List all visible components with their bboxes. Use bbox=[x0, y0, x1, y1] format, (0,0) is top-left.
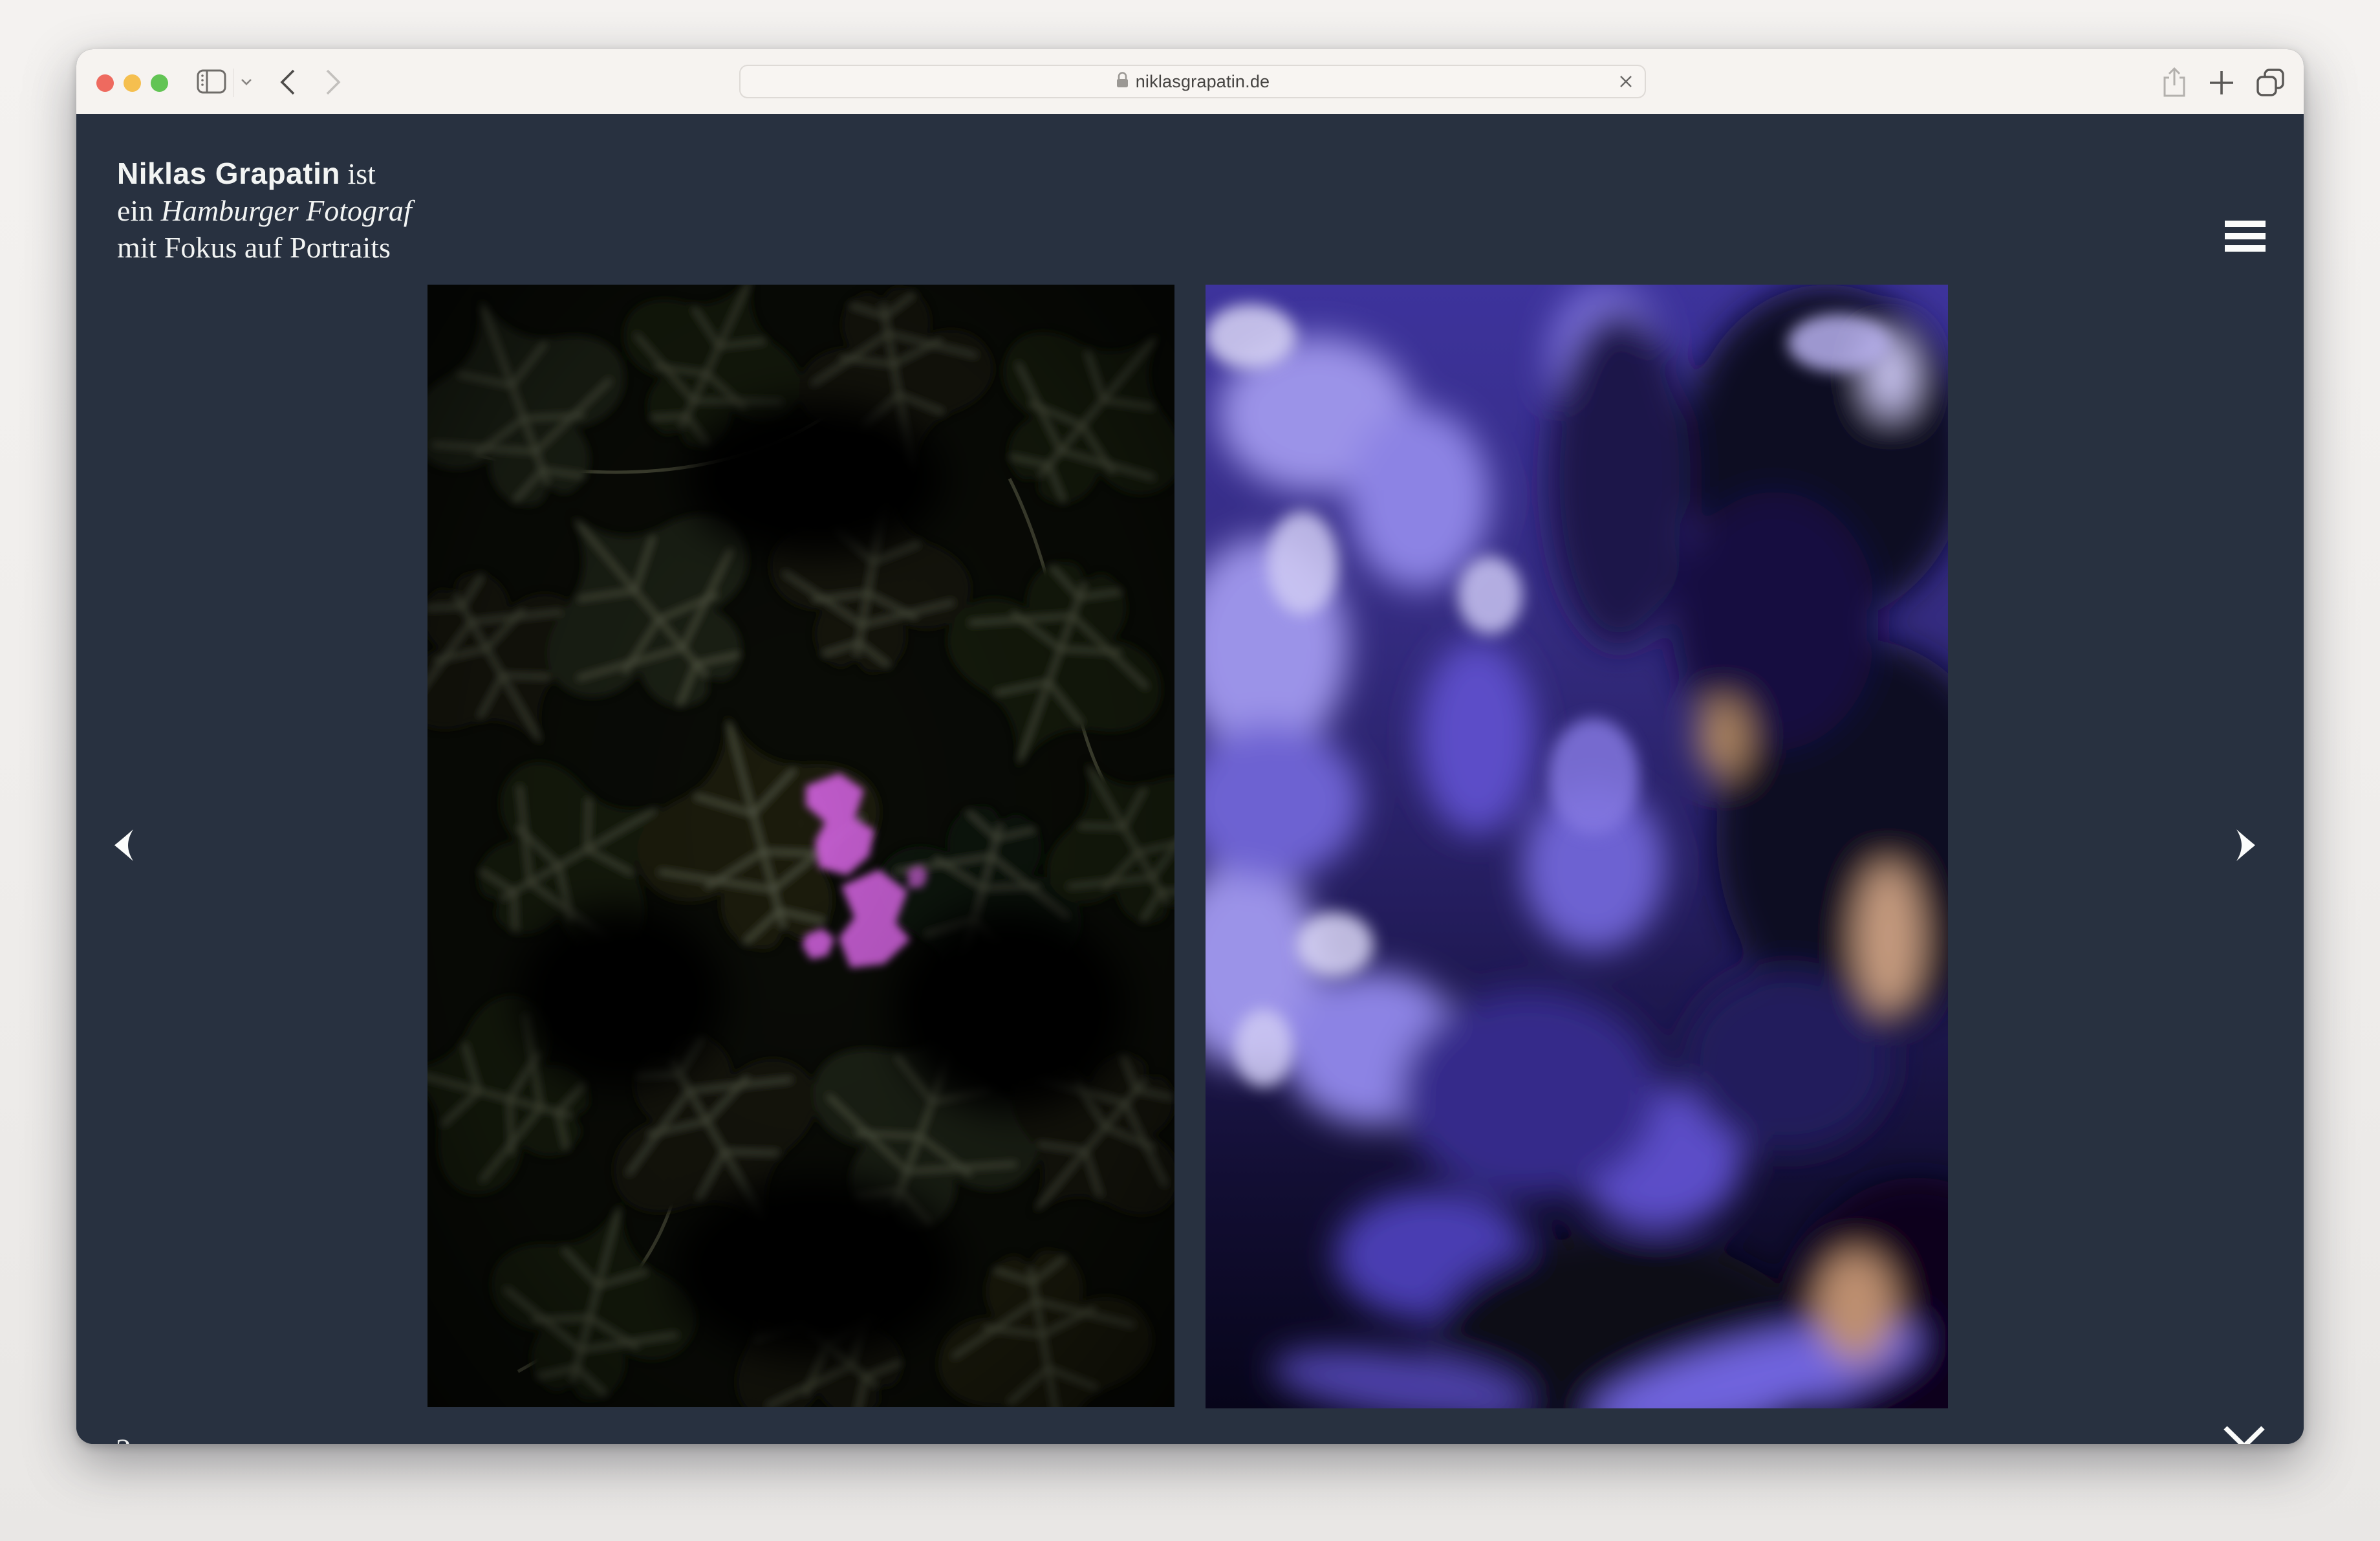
x-cross-icon bbox=[1618, 82, 1634, 91]
intro-text: Niklas Grapatin ist ein Hamburger Fotogr… bbox=[117, 155, 412, 266]
sidebar-dropdown-button[interactable] bbox=[241, 78, 252, 87]
photo-crowd-violet[interactable] bbox=[1206, 285, 1948, 1408]
intro-line-3: mit Fokus auf Portraits bbox=[117, 229, 412, 266]
chevron-left-icon bbox=[278, 88, 296, 98]
back-button[interactable] bbox=[278, 69, 296, 98]
forward-button[interactable] bbox=[325, 69, 343, 98]
share-button[interactable] bbox=[2160, 66, 2189, 100]
close-gallery-button[interactable] bbox=[2222, 1425, 2267, 1444]
stop-loading-button[interactable] bbox=[1617, 74, 1634, 91]
sidebar-toggle-button[interactable] bbox=[197, 69, 226, 96]
tab-overview-button[interactable] bbox=[2256, 68, 2286, 100]
share-icon bbox=[2160, 91, 2189, 100]
new-tab-button[interactable] bbox=[2208, 69, 2235, 98]
address-bar[interactable]: niklasgrapatin.de bbox=[739, 65, 1646, 98]
photo-ivy-leaves[interactable] bbox=[427, 285, 1174, 1407]
browser-window: niklasgrapatin.de bbox=[76, 49, 2304, 1444]
site-title-link[interactable]: Niklas Grapatin bbox=[117, 157, 340, 190]
gallery-counter: 2 / 11 bbox=[116, 1432, 174, 1444]
intro-line-2: ein Hamburger Fotograf bbox=[117, 192, 412, 229]
plus-icon bbox=[2208, 89, 2235, 98]
tabs-icon bbox=[2256, 90, 2286, 100]
hamburger-icon bbox=[2225, 245, 2266, 252]
hamburger-icon bbox=[2225, 221, 2266, 227]
next-photo-button[interactable] bbox=[2236, 829, 2255, 862]
window-close-button[interactable] bbox=[96, 74, 114, 92]
portfolio-page: Niklas Grapatin ist ein Hamburger Fotogr… bbox=[76, 114, 2304, 1444]
counter-total: 11 bbox=[152, 1440, 174, 1444]
intro-line-1: Niklas Grapatin ist bbox=[117, 155, 412, 192]
counter-current: 2 bbox=[116, 1432, 131, 1444]
previous-photo-button[interactable] bbox=[114, 829, 134, 862]
notched-chevron-left-icon bbox=[114, 854, 134, 864]
window-zoom-button[interactable] bbox=[151, 74, 168, 92]
hamburger-icon bbox=[2225, 233, 2266, 239]
sidebar-icon bbox=[197, 86, 226, 96]
menu-button[interactable] bbox=[2225, 221, 2266, 252]
notched-chevron-right-icon bbox=[2236, 854, 2255, 864]
browser-toolbar: niklasgrapatin.de bbox=[76, 49, 2304, 114]
window-minimize-button[interactable] bbox=[124, 74, 141, 92]
chevron-right-icon bbox=[325, 88, 343, 98]
url-text: niklasgrapatin.de bbox=[1136, 72, 1270, 92]
lock-icon bbox=[1116, 71, 1129, 92]
chevron-down-icon bbox=[241, 78, 252, 87]
